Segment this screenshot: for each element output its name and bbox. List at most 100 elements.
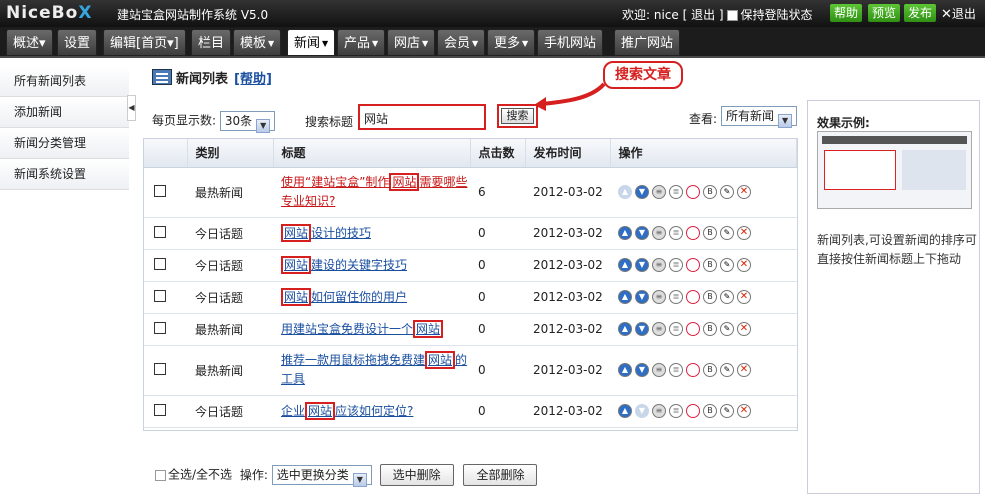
logout-link[interactable]: [ 退出 ] bbox=[683, 8, 724, 22]
sidebar-item-add-news[interactable]: 添加新闻 bbox=[0, 97, 129, 128]
row-checkbox[interactable] bbox=[154, 362, 166, 375]
tab-mobile-site[interactable]: 手机网站 bbox=[537, 29, 604, 56]
row-checkbox[interactable] bbox=[154, 289, 166, 302]
list-icon[interactable]: ≡ bbox=[652, 258, 666, 273]
comment-icon[interactable]: ≣ bbox=[669, 226, 683, 241]
news-title-link[interactable]: 企业 网站 应该如何定位? bbox=[281, 401, 413, 420]
move-down-icon[interactable]: ▼ bbox=[635, 290, 649, 305]
tab-edit[interactable]: 编辑[首页▾] bbox=[103, 29, 186, 56]
tab-settings[interactable]: 设置 bbox=[57, 29, 98, 56]
picture-icon[interactable] bbox=[686, 404, 700, 419]
bold-icon[interactable]: B bbox=[703, 185, 717, 200]
picture-icon[interactable] bbox=[686, 258, 700, 273]
delete-icon[interactable]: ✕ bbox=[737, 185, 751, 200]
move-up-icon[interactable]: ▲ bbox=[618, 258, 632, 273]
move-up-icon[interactable]: ▲ bbox=[618, 185, 632, 200]
tab-templates[interactable]: 模板 ▼ bbox=[233, 29, 282, 56]
keep-login-checkbox[interactable] bbox=[727, 10, 739, 21]
tab-members[interactable]: 会员 ▼ bbox=[437, 29, 486, 56]
news-title-link[interactable]: 网站 设计的技巧 bbox=[281, 223, 371, 242]
move-down-icon[interactable]: ▼ bbox=[635, 226, 649, 241]
comment-icon[interactable]: ≣ bbox=[669, 290, 683, 305]
move-down-icon[interactable]: ▼ bbox=[635, 258, 649, 273]
view-select[interactable]: 所有新闻 ▼ bbox=[721, 106, 798, 128]
list-icon[interactable]: ≡ bbox=[652, 290, 666, 305]
news-title-link[interactable]: 网站 建设的关键字技巧 bbox=[281, 255, 407, 274]
per-page-select[interactable]: 30条 ▼ bbox=[219, 111, 276, 133]
bold-icon[interactable]: B bbox=[703, 258, 717, 273]
tab-promote-site[interactable]: 推广网站 bbox=[614, 29, 681, 56]
list-icon[interactable]: ≡ bbox=[652, 226, 666, 241]
tab-shop[interactable]: 网店 ▼ bbox=[387, 29, 436, 56]
delete-icon[interactable]: ✕ bbox=[737, 258, 751, 273]
sidebar-item-all-news[interactable]: 所有新闻列表 bbox=[0, 66, 129, 97]
bold-icon[interactable]: B bbox=[703, 363, 717, 378]
list-icon[interactable]: ≡ bbox=[652, 363, 666, 378]
publish-button[interactable]: 发布 bbox=[904, 4, 937, 22]
comment-icon[interactable]: ≣ bbox=[669, 258, 683, 273]
picture-icon[interactable] bbox=[686, 290, 700, 305]
move-down-icon[interactable]: ▼ bbox=[635, 404, 649, 419]
bold-icon[interactable]: B bbox=[703, 322, 717, 337]
bold-icon[interactable]: B bbox=[703, 290, 717, 305]
row-checkbox[interactable] bbox=[154, 321, 166, 334]
list-icon[interactable]: ≡ bbox=[652, 404, 666, 419]
tab-more[interactable]: 更多 ▼ bbox=[487, 29, 536, 56]
edit-icon[interactable]: ✎ bbox=[720, 290, 734, 305]
sidebar-collapse-button[interactable]: ◀ bbox=[127, 95, 136, 121]
help-link[interactable]: [帮助] bbox=[234, 72, 272, 87]
bold-icon[interactable]: B bbox=[703, 404, 717, 419]
sidebar-item-categories[interactable]: 新闻分类管理 bbox=[0, 128, 129, 159]
comment-icon[interactable]: ≣ bbox=[669, 363, 683, 378]
move-up-icon[interactable]: ▲ bbox=[618, 404, 632, 419]
bold-icon[interactable]: B bbox=[703, 226, 717, 241]
delete-icon[interactable]: ✕ bbox=[737, 363, 751, 378]
picture-icon[interactable] bbox=[686, 185, 700, 200]
row-checkbox[interactable] bbox=[154, 257, 166, 270]
edit-icon[interactable]: ✎ bbox=[720, 185, 734, 200]
tab-columns[interactable]: 栏目 bbox=[191, 29, 232, 56]
move-up-icon[interactable]: ▲ bbox=[618, 290, 632, 305]
operation-select[interactable]: 选中更换分类 ▼ bbox=[271, 465, 372, 487]
list-icon[interactable]: ≡ bbox=[652, 322, 666, 337]
preview-button[interactable]: 预览 bbox=[868, 4, 901, 22]
move-up-icon[interactable]: ▲ bbox=[618, 226, 632, 241]
delete-icon[interactable]: ✕ bbox=[737, 322, 751, 337]
delete-selected-button[interactable]: 选中删除 bbox=[379, 464, 454, 486]
exit-button[interactable]: ✕退出 bbox=[941, 5, 976, 22]
tab-products[interactable]: 产品 ▼ bbox=[337, 29, 386, 56]
list-icon[interactable]: ≡ bbox=[652, 185, 666, 200]
picture-icon[interactable] bbox=[686, 226, 700, 241]
move-down-icon[interactable]: ▼ bbox=[635, 185, 649, 200]
news-title-link[interactable]: 网站 如何留住你的用户 bbox=[281, 287, 407, 306]
select-all-checkbox[interactable] bbox=[155, 469, 166, 481]
tab-overview[interactable]: 概述▾ bbox=[6, 29, 53, 56]
delete-all-button[interactable]: 全部删除 bbox=[463, 464, 538, 486]
news-title-link[interactable]: 使用“建站宝盒”制作 网站 需要哪些专业知识? bbox=[281, 173, 467, 208]
row-checkbox[interactable] bbox=[154, 225, 166, 238]
picture-icon[interactable] bbox=[686, 322, 700, 337]
edit-icon[interactable]: ✎ bbox=[720, 404, 734, 419]
help-button[interactable]: 帮助 bbox=[830, 4, 863, 22]
comment-icon[interactable]: ≣ bbox=[669, 404, 683, 419]
delete-icon[interactable]: ✕ bbox=[737, 290, 751, 305]
edit-icon[interactable]: ✎ bbox=[720, 322, 734, 337]
move-down-icon[interactable]: ▼ bbox=[635, 322, 649, 337]
news-title-link[interactable]: 用建站宝盒免费设计一个 网站 bbox=[281, 319, 444, 338]
news-title-link[interactable]: 推荐一款用鼠标拖拽免费建 网站 的工具 bbox=[281, 351, 467, 386]
row-checkbox[interactable] bbox=[154, 403, 166, 416]
row-checkbox[interactable] bbox=[154, 184, 166, 197]
comment-icon[interactable]: ≣ bbox=[669, 322, 683, 337]
picture-icon[interactable] bbox=[686, 363, 700, 378]
edit-icon[interactable]: ✎ bbox=[720, 363, 734, 378]
edit-icon[interactable]: ✎ bbox=[720, 258, 734, 273]
move-up-icon[interactable]: ▲ bbox=[618, 322, 632, 337]
delete-icon[interactable]: ✕ bbox=[737, 226, 751, 241]
search-input[interactable]: 网站 bbox=[358, 104, 486, 130]
comment-icon[interactable]: ≣ bbox=[669, 185, 683, 200]
sidebar-item-news-settings[interactable]: 新闻系统设置 bbox=[0, 159, 129, 190]
edit-icon[interactable]: ✎ bbox=[720, 226, 734, 241]
tab-news[interactable]: 新闻 ▼ bbox=[287, 29, 336, 56]
move-up-icon[interactable]: ▲ bbox=[618, 363, 632, 378]
delete-icon[interactable]: ✕ bbox=[737, 404, 751, 419]
